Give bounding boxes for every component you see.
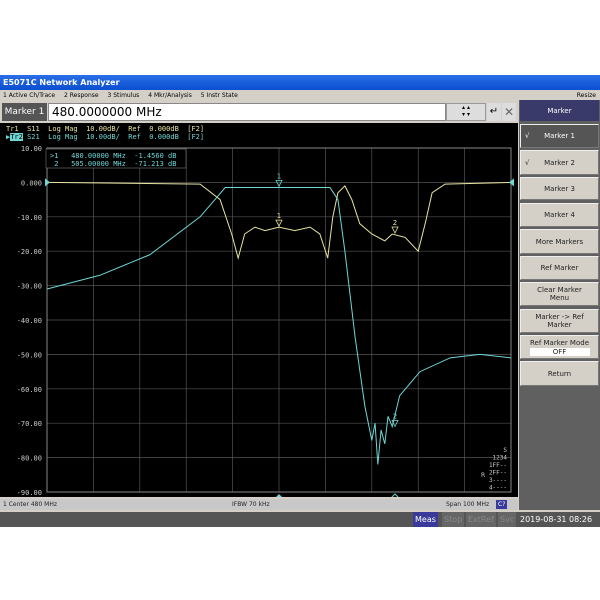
check-icon: √ [525, 132, 530, 140]
plot-area: 10.00 0.000 -10.00 -20.00 -30.00 -40.00 -50.00… [17, 145, 514, 497]
meas-indicator: Meas [413, 512, 438, 527]
network-analyzer-window: E5071C Network Analyzer 1 Active Ch/Trac… [0, 75, 600, 527]
softkey-label: Marker 2 [544, 158, 575, 167]
menu-instr-state[interactable]: 5 Instr State [201, 92, 238, 99]
measurement-screen: Tr1 S11 Log Mag 10.00dB/ Ref 0.000dB [F2… [0, 123, 518, 497]
entry-input[interactable]: 480.0000000 MHz [48, 103, 446, 121]
softkey-label: More Markers [535, 237, 584, 246]
y-tick-label: -50.00 [17, 351, 42, 359]
bottom-bar: Meas Stop ExtRef Svc 2019-08-31 08:26 [0, 512, 600, 527]
y-tick-label: -60.00 [17, 386, 42, 394]
status-bar: 1 Center 480 MHz IFBW 70 kHz Span 100 MH… [0, 499, 518, 510]
y-tick-label: 10.00 [21, 145, 42, 153]
menu-stimulus[interactable]: 3 Stimulus [108, 92, 140, 99]
softkey-label: Marker 1 [544, 132, 575, 140]
center-freq: 1 Center 480 MHz [3, 501, 58, 508]
y-tick-label: -70.00 [17, 420, 42, 428]
svc-indicator: Svc [498, 512, 517, 527]
stop-indicator: Stop [442, 512, 465, 527]
menu-mkr-analysis[interactable]: 4 Mkr/Analysis [148, 92, 192, 99]
marker1-readout: >1 480.00000 MHz -1.4560 dB [50, 152, 176, 160]
softkey-marker-3[interactable]: Marker 3 [520, 177, 599, 200]
y-tick-label: -30.00 [17, 283, 42, 291]
port-table-row: 2FF-- [489, 470, 507, 477]
softkey-more-markers[interactable]: More Markers [520, 229, 599, 254]
marker-number: 1 [277, 212, 281, 220]
softkey-panel: Marker √ Marker 1 √ Marker 2 Marker 3 Marker … [519, 100, 600, 510]
correction-badge: C? [496, 500, 508, 509]
softkey-ref-marker-mode[interactable]: Ref Marker Mode OFF [520, 335, 599, 359]
close-icon[interactable]: ✕ [502, 103, 516, 121]
softkey-label: Clear Marker Menu [537, 286, 582, 302]
softkey-label: Ref Marker Mode [529, 338, 590, 347]
marker2-position-icon [391, 493, 399, 497]
ifbw: IFBW 70 kHz [232, 501, 270, 508]
softkey-value: OFF [529, 347, 590, 356]
window-title: E5071C Network Analyzer [0, 75, 600, 90]
marker-triangle-icon [391, 226, 399, 234]
entry-label: Marker 1 [2, 103, 47, 121]
softkey-ref-marker[interactable]: Ref Marker [520, 256, 599, 280]
softkey-marker-4[interactable]: Marker 4 [520, 203, 599, 227]
marker-number: 1 [277, 172, 281, 180]
enter-icon[interactable]: ↵ [487, 103, 501, 121]
port-table-row: 4---- [489, 485, 507, 492]
port-table-row: 3---- [489, 477, 507, 484]
marker-number: 2 [393, 412, 397, 420]
marker-number: 2 [393, 219, 397, 227]
softkey-label: Marker 3 [544, 184, 575, 193]
panel-title: Marker [520, 100, 599, 121]
softkey-marker-ref-marker[interactable]: Marker -> Ref Marker [520, 309, 599, 333]
check-icon: √ [525, 158, 530, 167]
port-table-row: 1FF-- [489, 462, 507, 469]
entry-bar: Marker 1 480.0000000 MHz ▴ ▴ ▾ ▾ ↵ ✕ [0, 102, 518, 122]
y-tick-label: -10.00 [17, 214, 42, 222]
active-marker-position-icon [276, 494, 282, 497]
port-table-row: 1234 [493, 455, 508, 462]
softkey-label: Marker 4 [544, 211, 575, 219]
y-tick-label: -90.00 [17, 489, 42, 497]
menu-bar: 1 Active Ch/Trace 2 Response 3 Stimulus … [0, 90, 600, 101]
y-tick-label: -80.00 [17, 455, 42, 463]
spin-buttons[interactable]: ▴ ▴ ▾ ▾ [446, 103, 486, 121]
span: Span 100 MHz [446, 501, 490, 508]
softkey-return[interactable]: Return [520, 361, 599, 386]
softkey-label: Ref Marker [540, 264, 579, 272]
port-table-row: S [503, 447, 507, 454]
softkey-label: Marker -> Ref Marker [535, 313, 584, 329]
y-tick-label: 0.000 [21, 179, 42, 187]
y-tick-label: -40.00 [17, 317, 42, 325]
softkey-marker-2[interactable]: √ Marker 2 [520, 150, 599, 175]
menu-response[interactable]: 2 Response [64, 92, 99, 99]
softkey-marker-1[interactable]: √ Marker 1 [520, 124, 599, 148]
softkey-label: Return [547, 369, 572, 378]
menu-active-ch[interactable]: 1 Active Ch/Trace [3, 92, 55, 99]
y-tick-label: -20.00 [17, 248, 42, 256]
extref-indicator: ExtRef [466, 512, 496, 527]
softkey-clear-marker-menu[interactable]: Clear Marker Menu [520, 282, 599, 306]
port-r-label: R [481, 472, 485, 479]
marker2-readout: 2 505.00000 MHz -71.213 dB [50, 160, 176, 168]
datetime: 2019-08-31 08:26 [518, 512, 595, 527]
